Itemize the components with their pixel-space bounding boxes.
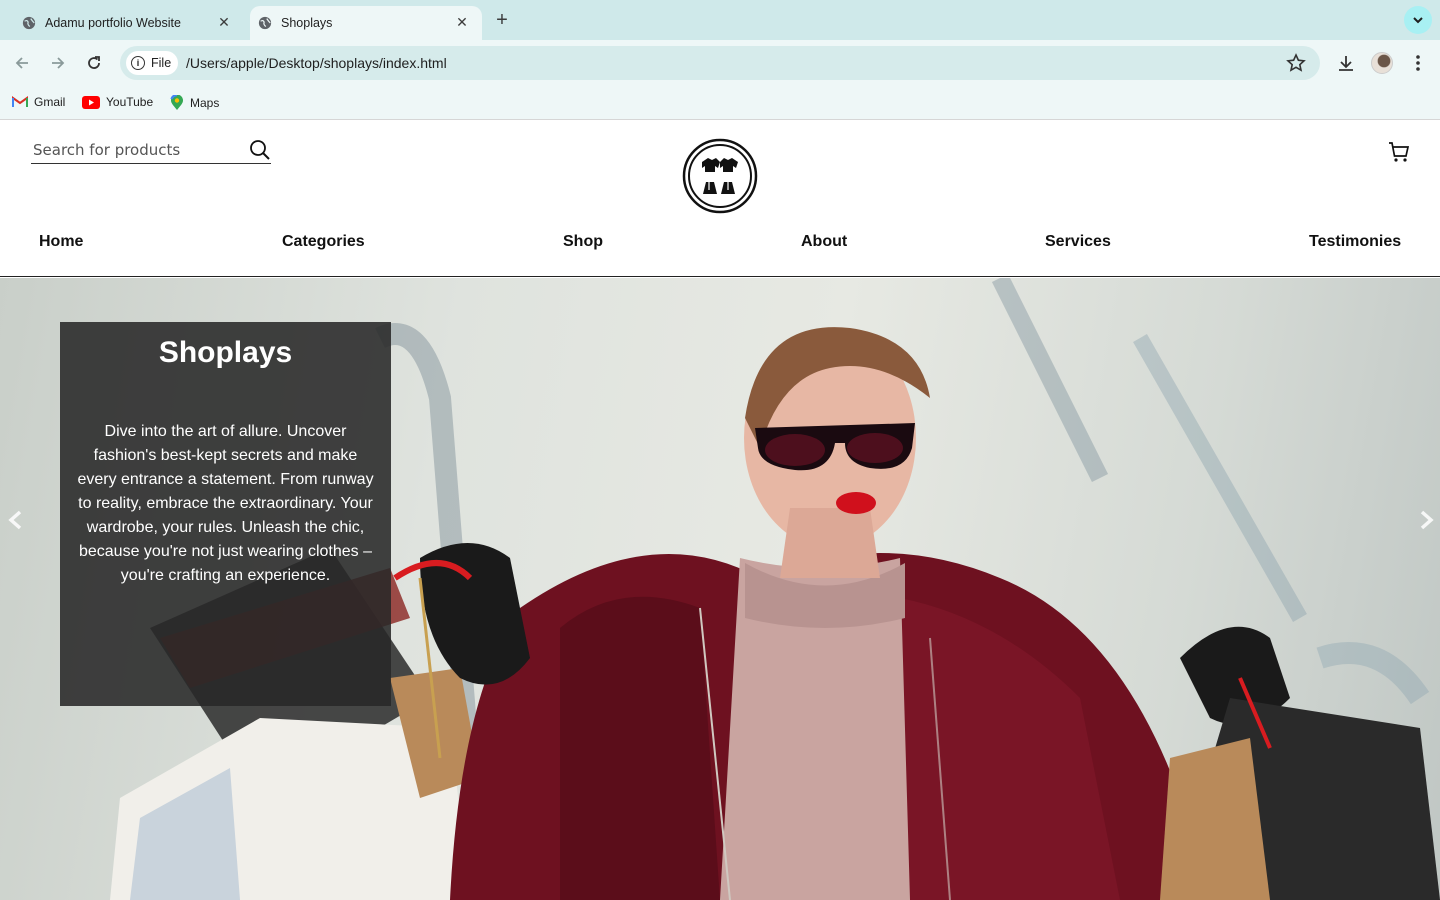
nav-home[interactable]: Home — [39, 233, 83, 251]
hero-caption: Shoplays Dive into the art of allure. Un… — [60, 322, 391, 706]
forward-button[interactable] — [47, 52, 69, 74]
bookmark-label: YouTube — [106, 95, 154, 109]
gmail-icon — [12, 96, 28, 107]
browser-menu-button[interactable] — [1407, 52, 1429, 74]
product-search — [31, 137, 271, 164]
downloads-button[interactable] — [1335, 52, 1357, 74]
bookmark-maps[interactable]: Maps — [170, 95, 219, 111]
bookmark-label: Gmail — [34, 95, 66, 109]
globe-icon — [22, 16, 36, 30]
arrow-right-icon — [52, 57, 65, 69]
maps-pin-icon — [170, 95, 183, 110]
bookmark-youtube[interactable]: YouTube — [82, 95, 153, 109]
chevron-down-icon — [1413, 17, 1423, 24]
back-button[interactable] — [11, 52, 33, 74]
star-icon[interactable] — [1286, 53, 1306, 73]
url-text[interactable]: /Users/apple/Desktop/shoplays/index.html — [186, 55, 447, 71]
browser-toolbar: i File /Users/apple/Desktop/shoplays/ind… — [0, 40, 1440, 86]
close-icon[interactable]: ✕ — [216, 14, 232, 30]
tab-title: Shoplays — [281, 16, 333, 30]
arrow-left-icon — [15, 57, 28, 69]
reload-button[interactable] — [83, 52, 105, 74]
close-icon[interactable]: ✕ — [454, 14, 470, 30]
hero-text: Dive into the art of allure. Uncover fas… — [77, 423, 374, 584]
prev-arrow-icon[interactable] — [8, 510, 24, 530]
site-info-chip[interactable]: i File — [126, 51, 178, 75]
next-arrow-icon[interactable] — [1418, 510, 1434, 530]
info-icon: i — [131, 56, 145, 70]
nav-testimonies[interactable]: Testimonies — [1309, 233, 1401, 251]
bookmark-label: Maps — [190, 96, 220, 110]
bookmark-gmail[interactable]: Gmail — [12, 95, 65, 109]
nav-shop[interactable]: Shop — [563, 233, 603, 251]
nav-services[interactable]: Services — [1045, 233, 1111, 251]
address-bar[interactable]: i File /Users/apple/Desktop/shoplays/ind… — [120, 46, 1320, 80]
nav-categories[interactable]: Categories — [282, 233, 365, 251]
browser-tabstrip: Adamu portfolio Website ✕ Shoplays ✕ + — [0, 0, 1440, 40]
globe-icon — [258, 16, 272, 30]
scheme-label: File — [151, 56, 172, 70]
browser-tab-shoplays[interactable]: Shoplays ✕ — [250, 6, 482, 40]
reload-icon — [88, 56, 100, 69]
cart-icon[interactable] — [1388, 141, 1410, 163]
hero-title: Shoplays — [158, 336, 293, 369]
tab-title: Adamu portfolio Website — [45, 16, 181, 30]
search-input[interactable] — [33, 139, 243, 161]
bookmarks-bar: Gmail YouTube Maps — [0, 86, 1440, 120]
tab-search-button[interactable] — [1404, 6, 1432, 34]
hero-carousel: Shoplays Dive into the art of allure. Un… — [0, 278, 1440, 900]
nav-about[interactable]: About — [801, 233, 847, 251]
kebab-menu-icon — [1416, 55, 1420, 71]
youtube-icon — [82, 95, 100, 109]
site-header: Home Categories Shop About Services Test… — [0, 121, 1440, 277]
download-icon — [1339, 56, 1353, 71]
main-nav: Home Categories Shop About Services Test… — [0, 233, 1440, 257]
new-tab-button[interactable]: + — [492, 9, 512, 31]
logo-icon[interactable] — [682, 138, 758, 214]
search-icon[interactable] — [249, 139, 271, 161]
profile-avatar[interactable] — [1371, 52, 1393, 74]
browser-tab-adamu[interactable]: Adamu portfolio Website ✕ — [14, 6, 244, 40]
